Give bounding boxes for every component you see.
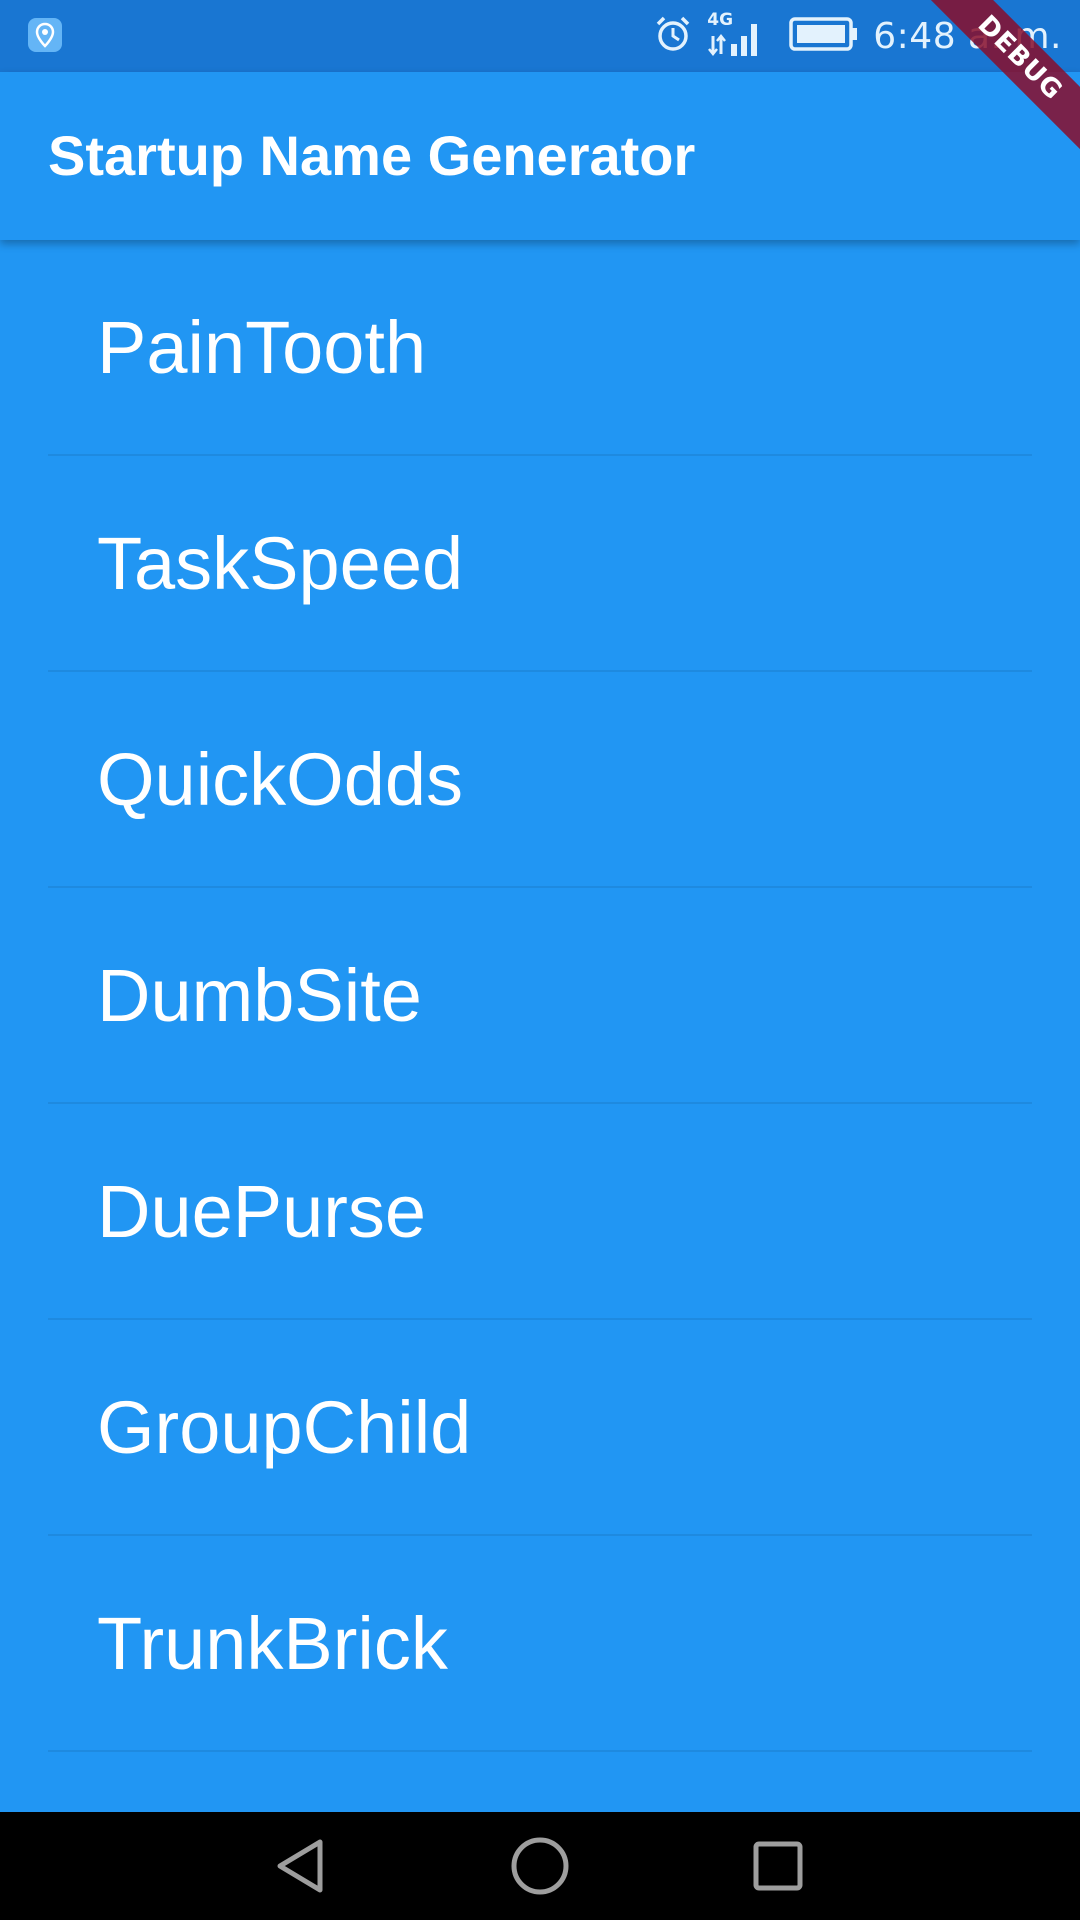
- recents-icon[interactable]: [742, 1830, 814, 1902]
- alarm-icon: [653, 14, 693, 58]
- list-item-label: TrunkBrick: [97, 1602, 448, 1685]
- list-item-label: DuePurse: [97, 1170, 427, 1253]
- startup-name-list[interactable]: PainTooth TaskSpeed QuickOdds DumbSite D…: [0, 240, 1080, 1812]
- list-item-label: TaskSpeed: [97, 522, 464, 605]
- back-icon[interactable]: [264, 1830, 336, 1902]
- divider: [48, 1750, 1032, 1752]
- list-item[interactable]: DuePurse: [0, 1104, 1080, 1320]
- list-item-label: DumbSite: [97, 954, 422, 1037]
- list-item[interactable]: GroupChild: [0, 1320, 1080, 1536]
- list-item[interactable]: TrunkBrick: [0, 1536, 1080, 1752]
- battery-icon: [789, 16, 859, 56]
- status-bar: 4G 6:48 a. m.: [0, 0, 1080, 72]
- app-title: Startup Name Generator: [48, 124, 696, 187]
- list-item[interactable]: PainTooth: [0, 240, 1080, 456]
- list-item-label: QuickOdds: [97, 738, 464, 821]
- list-item[interactable]: TaskSpeed: [0, 456, 1080, 672]
- list-item-label: PainTooth: [97, 306, 427, 389]
- list-item[interactable]: DumbSite: [0, 888, 1080, 1104]
- home-icon[interactable]: [504, 1830, 576, 1902]
- app-bar: Startup Name Generator: [0, 72, 1080, 240]
- location-icon: [28, 18, 62, 52]
- list-item[interactable]: QuickOdds: [0, 672, 1080, 888]
- list-item-label: GroupChild: [97, 1386, 472, 1469]
- navigation-bar: [0, 1812, 1080, 1920]
- app-screen: 4G 6:48 a. m.: [0, 0, 1080, 1920]
- signal-icon: 4G: [707, 10, 763, 58]
